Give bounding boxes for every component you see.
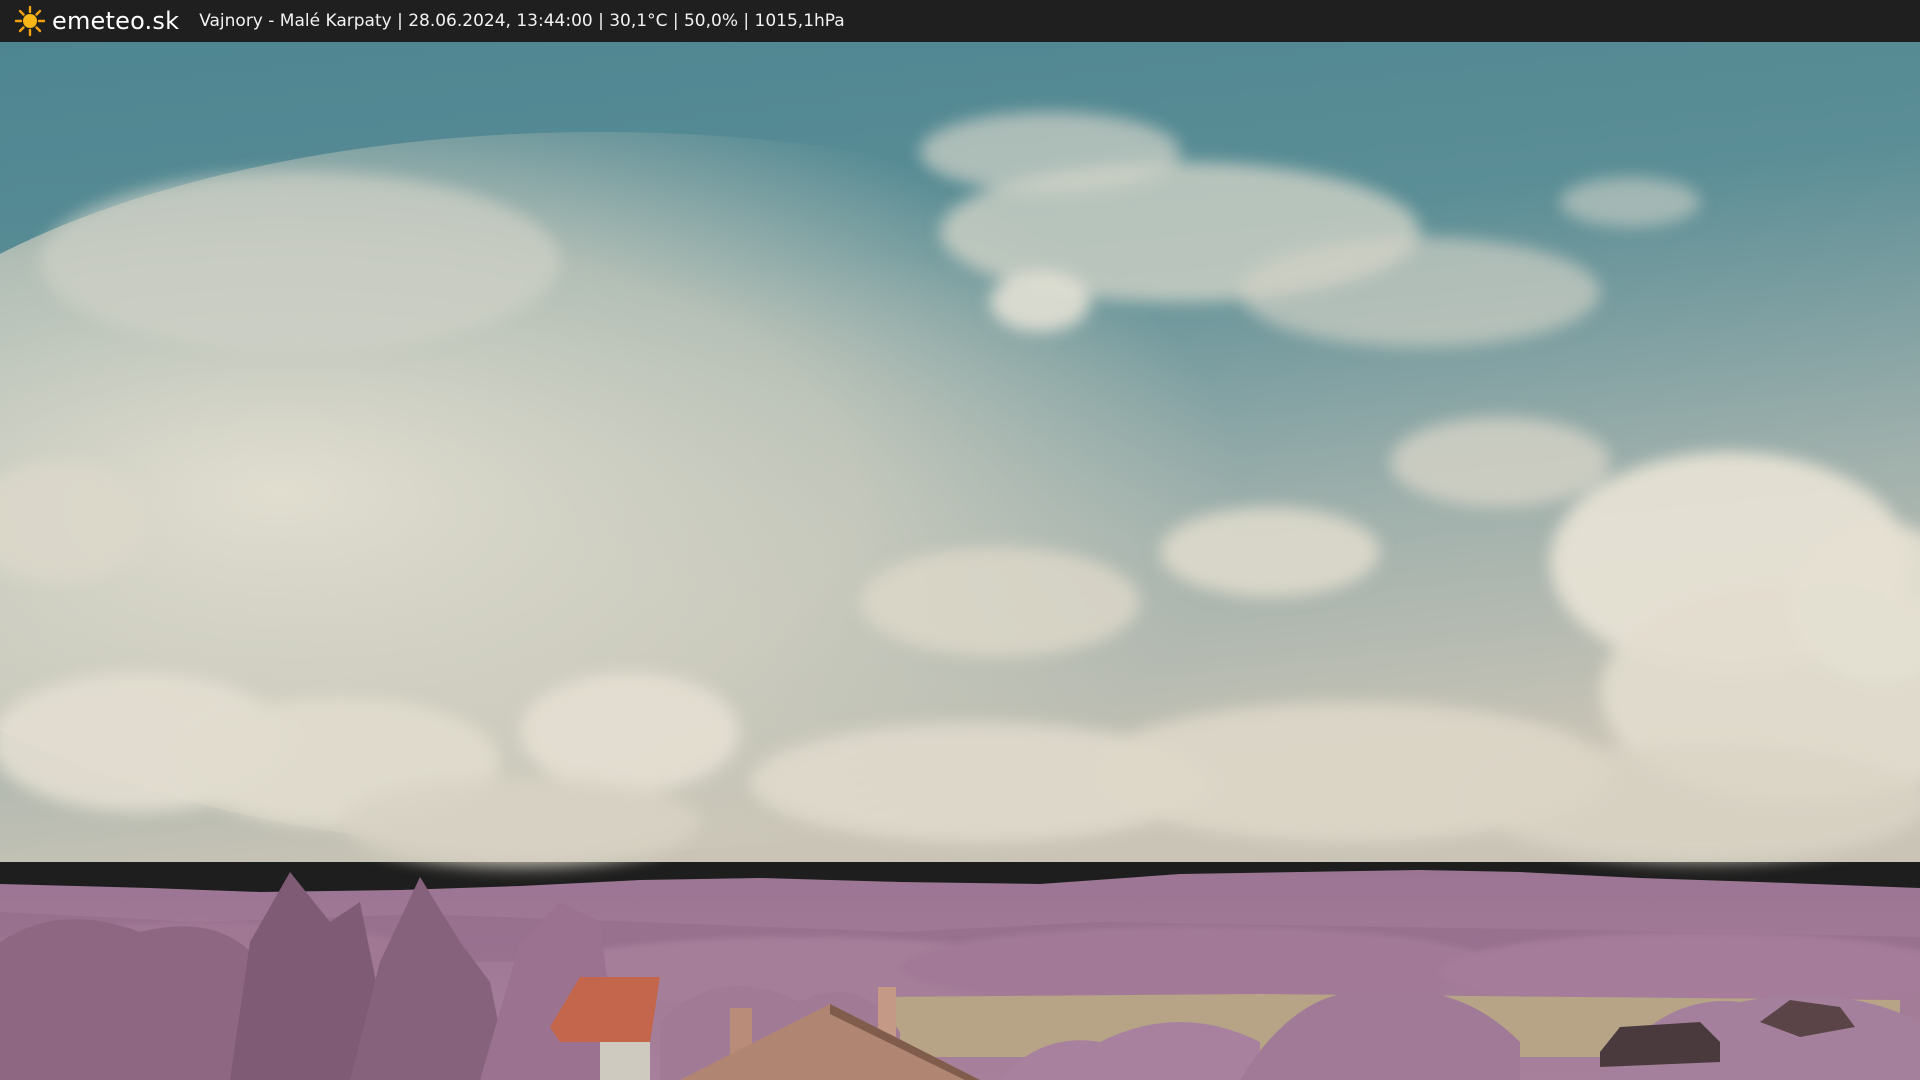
station-caption: Vajnory - Malé Karpaty | 28.06.2024, 13:… [199,11,845,31]
caption-bar: emeteo.sk Vajnory - Malé Karpaty | 28.06… [0,0,1920,42]
logo-text: emeteo.sk [52,7,180,35]
webcam-image [0,42,1920,1080]
sun-icon [14,5,46,37]
emeteo-logo[interactable]: emeteo.sk [14,5,179,37]
webcam-frame: emeteo.sk Vajnory - Malé Karpaty | 28.06… [0,0,1920,1080]
landscape-scene [0,42,1920,1080]
